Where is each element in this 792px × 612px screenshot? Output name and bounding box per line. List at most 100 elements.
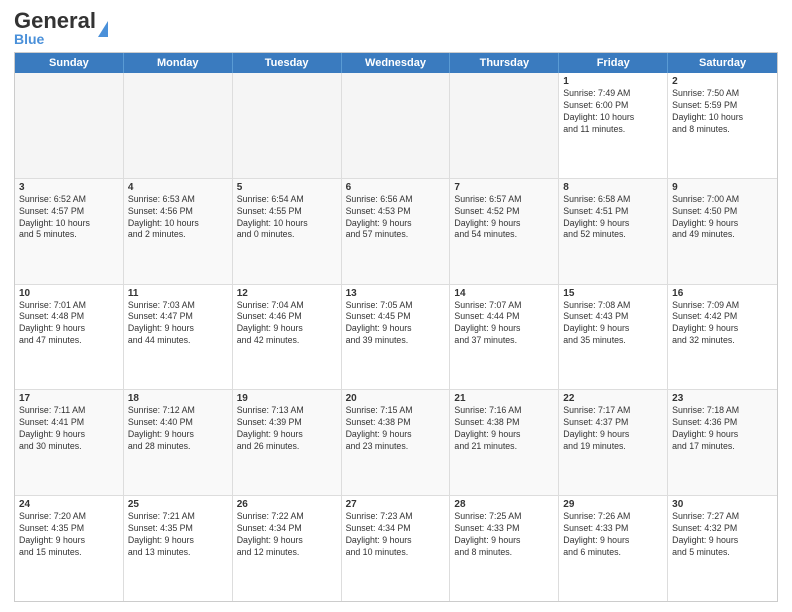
header-day-wednesday: Wednesday xyxy=(342,53,451,73)
day-info: Sunrise: 6:53 AM Sunset: 4:56 PM Dayligh… xyxy=(128,194,228,242)
day-cell xyxy=(15,73,124,178)
header-day-friday: Friday xyxy=(559,53,668,73)
day-number: 24 xyxy=(19,499,119,510)
day-info: Sunrise: 7:22 AM Sunset: 4:34 PM Dayligh… xyxy=(237,511,337,559)
logo-general: General xyxy=(14,10,96,32)
day-number: 19 xyxy=(237,393,337,404)
day-cell: 5Sunrise: 6:54 AM Sunset: 4:55 PM Daylig… xyxy=(233,179,342,284)
day-cell: 3Sunrise: 6:52 AM Sunset: 4:57 PM Daylig… xyxy=(15,179,124,284)
day-info: Sunrise: 7:00 AM Sunset: 4:50 PM Dayligh… xyxy=(672,194,773,242)
logo: General Blue xyxy=(14,10,108,46)
week-row-3: 17Sunrise: 7:11 AM Sunset: 4:41 PM Dayli… xyxy=(15,390,777,496)
day-info: Sunrise: 7:12 AM Sunset: 4:40 PM Dayligh… xyxy=(128,405,228,453)
day-cell xyxy=(124,73,233,178)
day-number: 12 xyxy=(237,288,337,299)
header-day-saturday: Saturday xyxy=(668,53,777,73)
week-row-0: 1Sunrise: 7:49 AM Sunset: 6:00 PM Daylig… xyxy=(15,73,777,179)
day-info: Sunrise: 7:17 AM Sunset: 4:37 PM Dayligh… xyxy=(563,405,663,453)
day-number: 16 xyxy=(672,288,773,299)
day-info: Sunrise: 6:56 AM Sunset: 4:53 PM Dayligh… xyxy=(346,194,446,242)
day-info: Sunrise: 7:25 AM Sunset: 4:33 PM Dayligh… xyxy=(454,511,554,559)
day-number: 20 xyxy=(346,393,446,404)
day-number: 18 xyxy=(128,393,228,404)
day-number: 4 xyxy=(128,182,228,193)
day-info: Sunrise: 7:01 AM Sunset: 4:48 PM Dayligh… xyxy=(19,300,119,348)
day-cell: 26Sunrise: 7:22 AM Sunset: 4:34 PM Dayli… xyxy=(233,496,342,601)
day-info: Sunrise: 7:05 AM Sunset: 4:45 PM Dayligh… xyxy=(346,300,446,348)
day-cell: 16Sunrise: 7:09 AM Sunset: 4:42 PM Dayli… xyxy=(668,285,777,390)
day-number: 15 xyxy=(563,288,663,299)
day-info: Sunrise: 6:58 AM Sunset: 4:51 PM Dayligh… xyxy=(563,194,663,242)
day-cell: 21Sunrise: 7:16 AM Sunset: 4:38 PM Dayli… xyxy=(450,390,559,495)
day-cell: 8Sunrise: 6:58 AM Sunset: 4:51 PM Daylig… xyxy=(559,179,668,284)
day-number: 17 xyxy=(19,393,119,404)
day-cell: 6Sunrise: 6:56 AM Sunset: 4:53 PM Daylig… xyxy=(342,179,451,284)
day-info: Sunrise: 6:52 AM Sunset: 4:57 PM Dayligh… xyxy=(19,194,119,242)
day-info: Sunrise: 6:57 AM Sunset: 4:52 PM Dayligh… xyxy=(454,194,554,242)
day-info: Sunrise: 7:04 AM Sunset: 4:46 PM Dayligh… xyxy=(237,300,337,348)
day-info: Sunrise: 7:50 AM Sunset: 5:59 PM Dayligh… xyxy=(672,88,773,136)
day-cell: 11Sunrise: 7:03 AM Sunset: 4:47 PM Dayli… xyxy=(124,285,233,390)
day-info: Sunrise: 7:20 AM Sunset: 4:35 PM Dayligh… xyxy=(19,511,119,559)
day-number: 22 xyxy=(563,393,663,404)
day-info: Sunrise: 7:07 AM Sunset: 4:44 PM Dayligh… xyxy=(454,300,554,348)
day-info: Sunrise: 7:11 AM Sunset: 4:41 PM Dayligh… xyxy=(19,405,119,453)
day-info: Sunrise: 7:03 AM Sunset: 4:47 PM Dayligh… xyxy=(128,300,228,348)
day-info: Sunrise: 7:21 AM Sunset: 4:35 PM Dayligh… xyxy=(128,511,228,559)
day-cell xyxy=(342,73,451,178)
day-cell: 14Sunrise: 7:07 AM Sunset: 4:44 PM Dayli… xyxy=(450,285,559,390)
day-info: Sunrise: 7:13 AM Sunset: 4:39 PM Dayligh… xyxy=(237,405,337,453)
header-day-tuesday: Tuesday xyxy=(233,53,342,73)
day-number: 26 xyxy=(237,499,337,510)
day-number: 10 xyxy=(19,288,119,299)
day-cell: 29Sunrise: 7:26 AM Sunset: 4:33 PM Dayli… xyxy=(559,496,668,601)
day-number: 9 xyxy=(672,182,773,193)
day-number: 1 xyxy=(563,76,663,87)
logo-text: General Blue xyxy=(14,10,96,46)
header-day-monday: Monday xyxy=(124,53,233,73)
day-cell: 4Sunrise: 6:53 AM Sunset: 4:56 PM Daylig… xyxy=(124,179,233,284)
day-number: 30 xyxy=(672,499,773,510)
calendar-header: SundayMondayTuesdayWednesdayThursdayFrid… xyxy=(15,53,777,73)
day-info: Sunrise: 7:18 AM Sunset: 4:36 PM Dayligh… xyxy=(672,405,773,453)
day-cell: 15Sunrise: 7:08 AM Sunset: 4:43 PM Dayli… xyxy=(559,285,668,390)
calendar: SundayMondayTuesdayWednesdayThursdayFrid… xyxy=(14,52,778,602)
calendar-body: 1Sunrise: 7:49 AM Sunset: 6:00 PM Daylig… xyxy=(15,73,777,601)
day-cell: 17Sunrise: 7:11 AM Sunset: 4:41 PM Dayli… xyxy=(15,390,124,495)
day-cell: 9Sunrise: 7:00 AM Sunset: 4:50 PM Daylig… xyxy=(668,179,777,284)
page: General Blue SundayMondayTuesdayWednesda… xyxy=(0,0,792,612)
day-info: Sunrise: 7:15 AM Sunset: 4:38 PM Dayligh… xyxy=(346,405,446,453)
day-number: 8 xyxy=(563,182,663,193)
header-day-sunday: Sunday xyxy=(15,53,124,73)
day-info: Sunrise: 7:08 AM Sunset: 4:43 PM Dayligh… xyxy=(563,300,663,348)
day-number: 23 xyxy=(672,393,773,404)
day-cell: 27Sunrise: 7:23 AM Sunset: 4:34 PM Dayli… xyxy=(342,496,451,601)
day-info: Sunrise: 6:54 AM Sunset: 4:55 PM Dayligh… xyxy=(237,194,337,242)
logo-icon xyxy=(98,21,108,37)
header-day-thursday: Thursday xyxy=(450,53,559,73)
day-cell: 19Sunrise: 7:13 AM Sunset: 4:39 PM Dayli… xyxy=(233,390,342,495)
day-number: 21 xyxy=(454,393,554,404)
week-row-1: 3Sunrise: 6:52 AM Sunset: 4:57 PM Daylig… xyxy=(15,179,777,285)
day-cell: 23Sunrise: 7:18 AM Sunset: 4:36 PM Dayli… xyxy=(668,390,777,495)
day-info: Sunrise: 7:23 AM Sunset: 4:34 PM Dayligh… xyxy=(346,511,446,559)
day-cell: 13Sunrise: 7:05 AM Sunset: 4:45 PM Dayli… xyxy=(342,285,451,390)
day-cell: 28Sunrise: 7:25 AM Sunset: 4:33 PM Dayli… xyxy=(450,496,559,601)
day-number: 5 xyxy=(237,182,337,193)
day-cell: 7Sunrise: 6:57 AM Sunset: 4:52 PM Daylig… xyxy=(450,179,559,284)
day-number: 14 xyxy=(454,288,554,299)
day-cell xyxy=(233,73,342,178)
day-info: Sunrise: 7:49 AM Sunset: 6:00 PM Dayligh… xyxy=(563,88,663,136)
day-info: Sunrise: 7:16 AM Sunset: 4:38 PM Dayligh… xyxy=(454,405,554,453)
day-cell: 1Sunrise: 7:49 AM Sunset: 6:00 PM Daylig… xyxy=(559,73,668,178)
day-number: 6 xyxy=(346,182,446,193)
day-cell: 30Sunrise: 7:27 AM Sunset: 4:32 PM Dayli… xyxy=(668,496,777,601)
header: General Blue xyxy=(14,10,778,46)
day-number: 25 xyxy=(128,499,228,510)
day-number: 7 xyxy=(454,182,554,193)
day-number: 28 xyxy=(454,499,554,510)
day-info: Sunrise: 7:27 AM Sunset: 4:32 PM Dayligh… xyxy=(672,511,773,559)
day-cell: 24Sunrise: 7:20 AM Sunset: 4:35 PM Dayli… xyxy=(15,496,124,601)
day-cell: 10Sunrise: 7:01 AM Sunset: 4:48 PM Dayli… xyxy=(15,285,124,390)
day-number: 3 xyxy=(19,182,119,193)
